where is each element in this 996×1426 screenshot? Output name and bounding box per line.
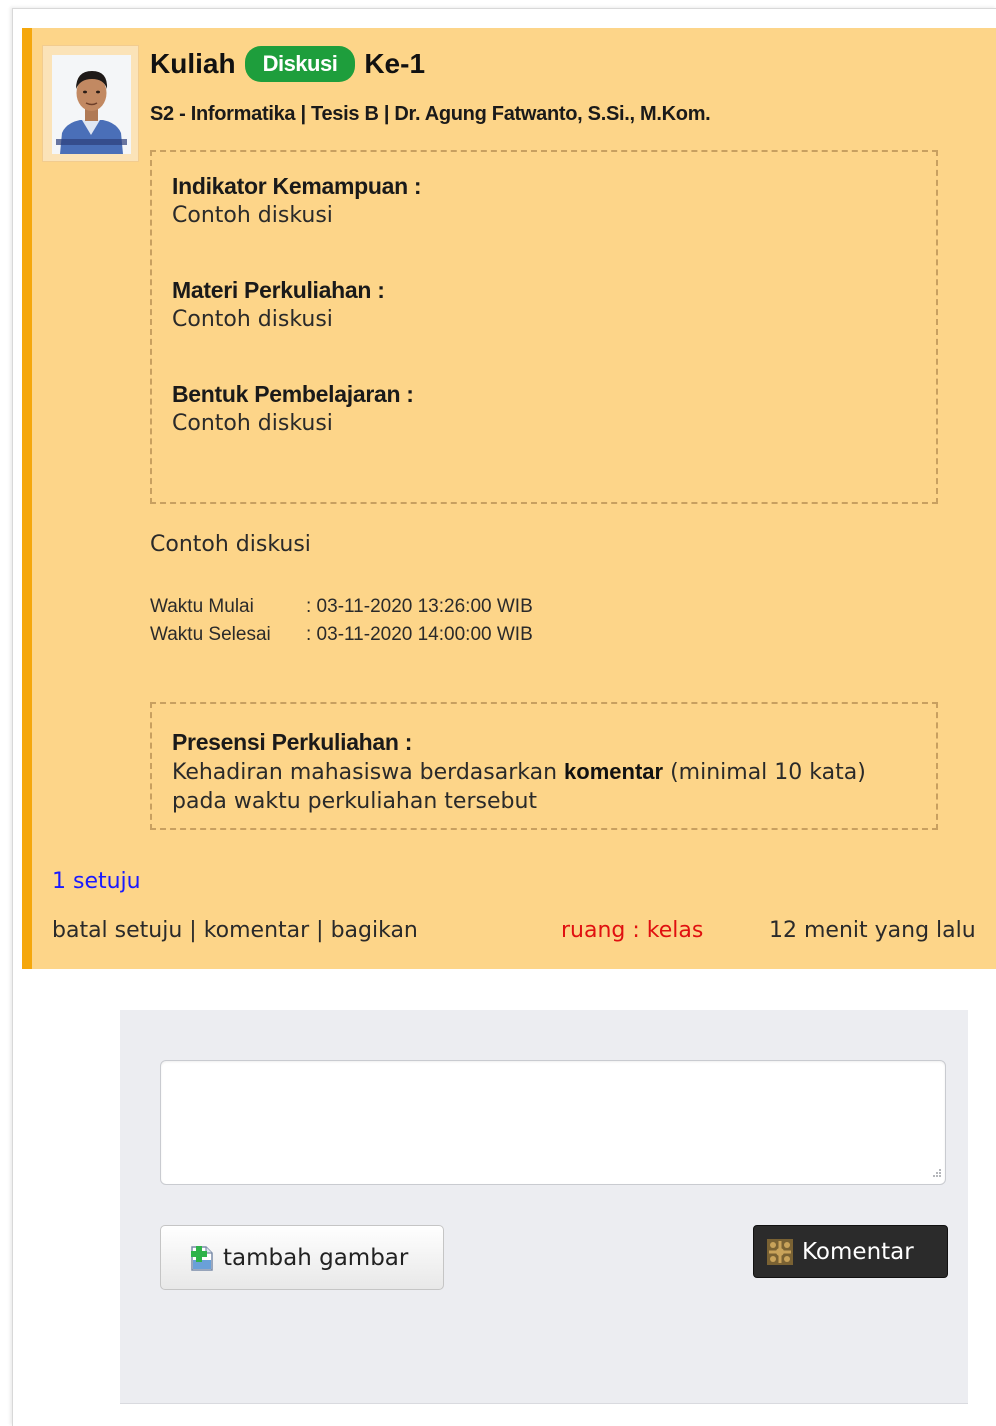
title-suffix: Ke-1 — [364, 48, 426, 79]
start-time-label: Waktu Mulai — [150, 596, 254, 617]
attendance-text-part: (minimal 10 kata) — [663, 760, 866, 785]
course-info: S2 - Informatika | Tesis B | Dr. Agung F… — [150, 103, 711, 125]
start-time-value: : 03-11-2020 13:26:00 WIB — [306, 596, 533, 617]
add-image-label: tambah gambar — [223, 1244, 409, 1271]
start-time-row: Waktu Mulai : 03-11-2020 13:26:00 WIB — [150, 593, 533, 621]
avatar-photo — [52, 55, 131, 154]
section-materi: Materi Perkuliahan : Contoh diskusi — [172, 276, 916, 334]
resize-grip-icon[interactable] — [928, 1166, 942, 1180]
section-heading: Materi Perkuliahan : — [172, 277, 385, 303]
attendance-text: Kehadiran mahasiswa berdasarkan komentar… — [172, 757, 916, 816]
section-heading: Bentuk Pembelajaran : — [172, 381, 414, 407]
comment-icon — [767, 1238, 793, 1265]
attendance-text-bold: komentar — [564, 759, 664, 784]
lecture-details-box: Indikator Kemampuan : Contoh diskusi Mat… — [150, 150, 938, 504]
unlike-link[interactable]: batal setuju — [52, 918, 182, 943]
post-description: Contoh diskusi — [150, 532, 311, 557]
submit-comment-label: Komentar — [802, 1238, 914, 1265]
submit-comment-button[interactable]: Komentar — [753, 1225, 948, 1278]
type-badge: Diskusi — [244, 46, 356, 82]
separator: | — [309, 918, 331, 943]
attendance-text-part: Kehadiran mahasiswa berdasarkan — [172, 760, 565, 785]
section-heading: Indikator Kemampuan : — [172, 173, 422, 199]
section-text: Contoh diskusi — [172, 411, 333, 436]
end-time-row: Waktu Selesai : 03-11-2020 14:00:00 WIB — [150, 621, 533, 649]
section-text: Contoh diskusi — [172, 307, 333, 332]
end-time-value: : 03-11-2020 14:00:00 WIB — [306, 624, 533, 645]
end-time-label: Waktu Selesai — [150, 624, 271, 645]
section-text: Contoh diskusi — [172, 203, 333, 228]
section-bentuk: Bentuk Pembelajaran : Contoh diskusi — [172, 380, 916, 438]
attendance-text-line2: pada waktu perkuliahan tersebut — [172, 789, 538, 814]
post-title: Kuliah Diskusi Ke-1 — [150, 44, 425, 84]
attendance-heading: Presensi Perkuliahan : — [172, 729, 413, 755]
room-label: ruang : kelas — [561, 918, 704, 943]
add-image-icon — [191, 1245, 213, 1271]
add-image-button[interactable]: tambah gambar — [160, 1225, 444, 1290]
post-timestamp: 12 menit yang lalu — [769, 918, 976, 943]
post-actions: batal setuju | komentar | bagikan — [52, 918, 418, 943]
comment-link[interactable]: komentar — [204, 918, 309, 943]
comment-textarea[interactable] — [160, 1060, 946, 1185]
comment-form: tambah gambar Komentar — [120, 1010, 968, 1404]
likes-count-link[interactable]: 1 setuju — [52, 869, 141, 894]
title-prefix: Kuliah — [150, 48, 236, 79]
attendance-box: Presensi Perkuliahan : Kehadiran mahasis… — [150, 702, 938, 830]
avatar[interactable] — [42, 45, 139, 162]
section-indikator: Indikator Kemampuan : Contoh diskusi — [172, 172, 916, 230]
schedule-times: Waktu Mulai : 03-11-2020 13:26:00 WIB Wa… — [150, 593, 533, 649]
separator: | — [182, 918, 204, 943]
share-link[interactable]: bagikan — [331, 918, 418, 943]
lecture-post: Kuliah Diskusi Ke-1 S2 - Informatika | T… — [22, 28, 996, 969]
